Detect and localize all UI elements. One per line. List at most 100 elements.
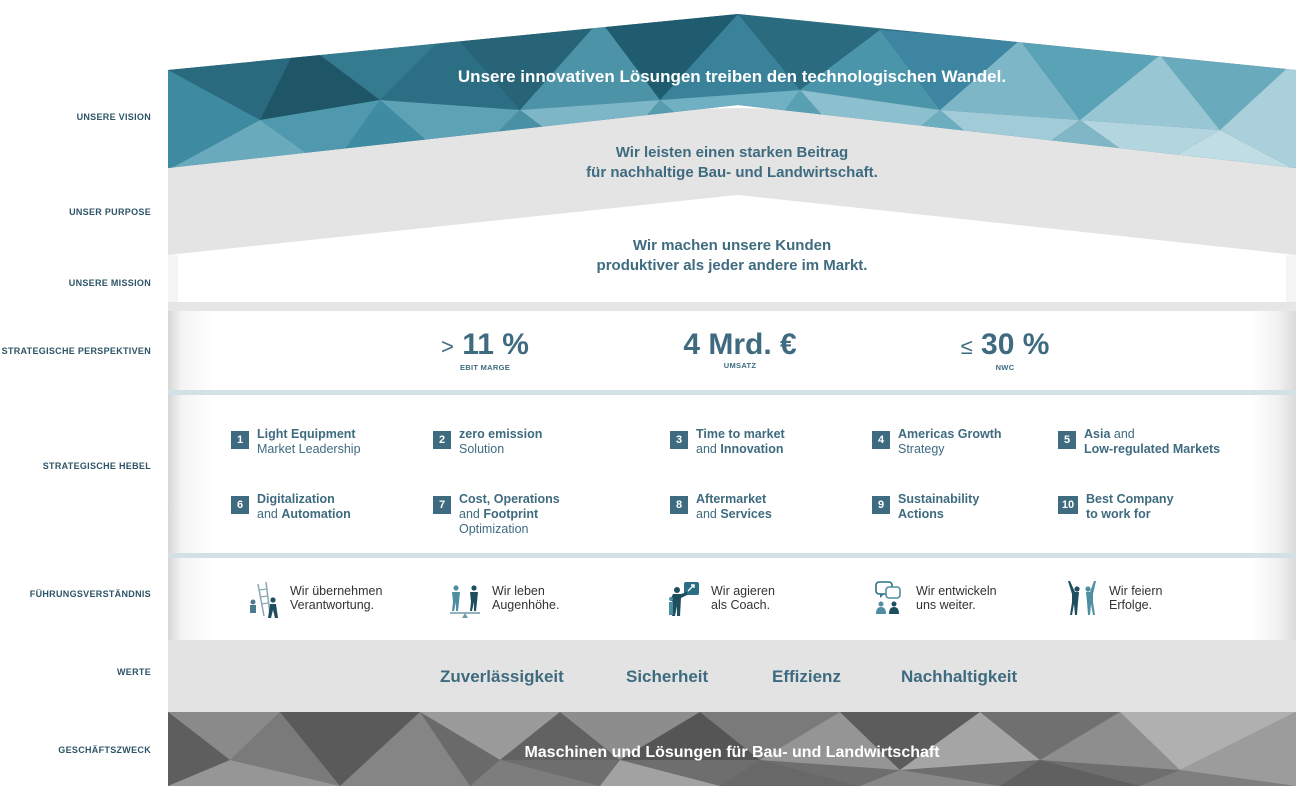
lever-subtitle: Innovation: [720, 442, 784, 456]
lever-connector: and: [257, 507, 282, 521]
lever-number: 9: [872, 496, 890, 514]
label-values: WERTE: [117, 667, 151, 677]
lever-extra: Optimization: [459, 522, 529, 536]
purpose-line-2: für nachhaltige Bau- und Landwirtschaft.: [586, 164, 878, 181]
lever-title: Aftermarket: [696, 492, 767, 506]
label-vision: UNSERE VISION: [76, 112, 151, 122]
mission-statement: Wir machen unsere Kunden produktiver als…: [168, 236, 1296, 276]
leadership-5: Wir feiern Erfolge.: [1065, 580, 1162, 618]
lever-connector: and: [696, 507, 721, 521]
label-mission: UNSERE MISSION: [68, 278, 151, 288]
separator: [168, 553, 1296, 558]
kpi-symbol: ≤: [960, 334, 973, 359]
leadership-line-1: Wir übernehmen: [290, 584, 383, 598]
lever-subtitle: Automation: [281, 507, 351, 521]
lever-6: 6 Digitalization and Automation: [231, 492, 351, 522]
leadership-3: Wir agieren als Coach.: [667, 580, 775, 618]
lever-4: 4 Americas Growth Strategy: [872, 427, 1002, 457]
balance-people-icon: [450, 585, 480, 618]
value-sustainability: Nachhaltigkeit: [901, 667, 1018, 686]
separator: [168, 390, 1296, 395]
lever-subtitle: Strategy: [898, 442, 945, 456]
kpi-nwc: ≤ 30 % NWC: [935, 328, 1075, 372]
lever-title: Sustainability: [898, 492, 980, 506]
lever-number: 4: [872, 431, 890, 449]
kpi-value: 11 %: [462, 328, 529, 361]
lever-number: 10: [1058, 496, 1078, 514]
values-band: [168, 640, 1296, 712]
leadership-4: Wir entwickeln uns weiter.: [872, 580, 997, 618]
label-leadership: FÜHRUNGSVERSTÄNDNIS: [29, 589, 151, 599]
kpi-value: 30 %: [981, 328, 1050, 361]
label-perspectives: STRATEGISCHE PERSPEKTIVEN: [1, 346, 151, 356]
lever-8: 8 Aftermarket and Services: [670, 492, 772, 522]
lever-title: Asia: [1084, 427, 1111, 441]
separator: [168, 302, 1296, 311]
lever-3: 3 Time to market and Innovation: [670, 427, 785, 457]
lever-subtitle: to work for: [1086, 507, 1151, 521]
leadership-line-2: Augenhöhe.: [492, 598, 560, 612]
leadership-line-2: als Coach.: [711, 598, 771, 612]
leadership-line-2: uns weiter.: [916, 598, 976, 612]
lever-subtitle: Actions: [898, 507, 944, 521]
label-purpose: UNSER PURPOSE: [69, 207, 151, 217]
kpi-symbol: >: [441, 334, 454, 359]
lever-number: 7: [433, 496, 451, 514]
lever-connector: and: [1110, 427, 1135, 441]
lever-9: 9 Sustainability Actions: [872, 492, 979, 522]
leadership-1: Wir übernehmen Verantwortung.: [246, 580, 382, 618]
lever-title: Americas Growth: [898, 427, 1002, 441]
value-safety: Sicherheit: [626, 667, 709, 686]
leadership-2: Wir leben Augenhöhe.: [448, 580, 559, 618]
mission-line-1: Wir machen unsere Kunden: [632, 237, 832, 254]
lever-1: 1 Light Equipment Market Leadership: [231, 427, 361, 457]
lever-2: 2 zero emission Solution: [433, 427, 542, 457]
leadership-line-1: Wir agieren: [711, 584, 775, 598]
value-efficiency: Effizienz: [772, 667, 841, 686]
lever-subtitle: Solution: [459, 442, 505, 456]
lever-number: 3: [670, 431, 688, 449]
lever-title: Digitalization: [257, 492, 335, 506]
coach-icon: [669, 582, 699, 616]
chat-people-icon: [875, 581, 901, 614]
kpi-label: EBIT MARGE: [459, 363, 511, 372]
lever-connector: and: [696, 442, 721, 456]
lever-10: 10 Best Company to work for: [1058, 492, 1174, 522]
kpi-label: UMSATZ: [723, 361, 757, 370]
lever-number: 1: [231, 431, 249, 449]
kpi-label: NWC: [995, 363, 1015, 372]
lever-connector: and: [459, 507, 484, 521]
label-levers: STRATEGISCHE HEBEL: [42, 461, 151, 471]
kpi-value: 4 Mrd. €: [683, 328, 797, 361]
lever-title: Best Company: [1086, 492, 1174, 506]
leadership-line-2: Verantwortung.: [290, 598, 375, 612]
lever-title: Cost, Operations: [459, 492, 560, 506]
purpose-line-1: Wir leisten einen starken Beitrag: [615, 144, 849, 161]
business-statement: Maschinen und Lösungen für Bau- und Land…: [524, 744, 940, 761]
lever-subtitle: Low-regulated Markets: [1084, 442, 1221, 456]
kpi-ebit: > 11 % EBIT MARGE: [415, 328, 555, 372]
label-business: GESCHÄFTSZWECK: [58, 745, 151, 755]
lever-subtitle: Footprint: [483, 507, 539, 521]
mission-line-2: produktiver als jeder andere im Markt.: [596, 257, 868, 274]
strategy-house: UNSERE VISION UNSER PURPOSE UNSERE MISSI…: [0, 0, 1296, 786]
leadership-line-1: Wir feiern: [1109, 584, 1163, 598]
lever-number: 5: [1058, 431, 1076, 449]
lever-title: zero emission: [459, 427, 543, 441]
leadership-line-2: Erfolge.: [1109, 598, 1153, 612]
leadership-line-1: Wir leben: [492, 584, 545, 598]
leadership-line-1: Wir entwickeln: [916, 584, 997, 598]
lever-number: 6: [231, 496, 249, 514]
vision-statement: Unsere innovativen Lösungen treiben den …: [457, 67, 1007, 86]
purpose-statement: Wir leisten einen starken Beitrag für na…: [168, 143, 1296, 183]
kpi-revenue: 4 Mrd. € UMSATZ: [655, 328, 825, 370]
lever-number: 2: [433, 431, 451, 449]
lever-title: Time to market: [696, 427, 785, 441]
value-reliability: Zuverlässigkeit: [440, 667, 564, 686]
lever-subtitle: Services: [720, 507, 772, 521]
lever-subtitle: Market Leadership: [257, 442, 361, 456]
lever-5: 5 Asia and Low-regulated Markets: [1058, 427, 1220, 457]
celebrate-icon: [1068, 581, 1096, 615]
ladder-people-icon: [250, 581, 278, 618]
lever-7: 7 Cost, Operations and Footprint Optimizat…: [433, 492, 560, 537]
